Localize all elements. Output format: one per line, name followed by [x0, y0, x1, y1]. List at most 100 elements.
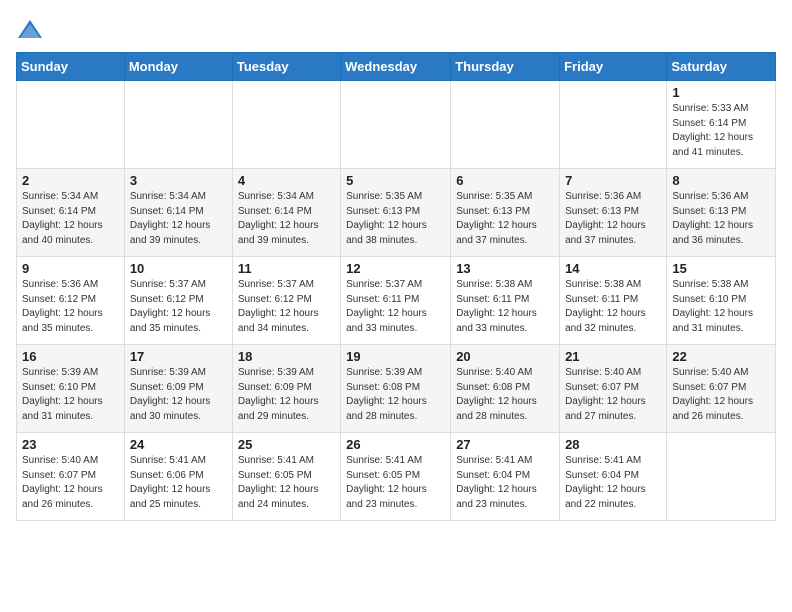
calendar-cell: 4 Sunrise: 5:34 AM Sunset: 6:14 PM Daylig…	[232, 169, 340, 257]
day-info: Sunrise: 5:40 AM Sunset: 6:07 PM Dayligh…	[672, 366, 770, 424]
day-info: Sunrise: 5:40 AM Sunset: 6:07 PM Dayligh…	[22, 454, 119, 512]
calendar-cell: 17 Sunrise: 5:39 AM Sunset: 6:09 PM Dayli…	[124, 345, 232, 433]
day-info: Sunrise: 5:38 AM Sunset: 6:11 PM Dayligh…	[565, 278, 661, 336]
day-info: Sunrise: 5:41 AM Sunset: 6:04 PM Dayligh…	[565, 454, 661, 512]
calendar-cell: 20 Sunrise: 5:40 AM Sunset: 6:08 PM Dayli…	[451, 345, 560, 433]
calendar-cell: 21Sunrise: 5:40 AM Sunset: 6:07 PM Dayli…	[560, 345, 667, 433]
day-number: 20	[456, 349, 554, 364]
calendar-cell: 25 Sunrise: 5:41 AM Sunset: 6:05 PM Dayli…	[232, 433, 340, 521]
day-info: Sunrise: 5:34 AM Sunset: 6:14 PM Dayligh…	[22, 190, 119, 248]
calendar-cell: 12Sunrise: 5:37 AM Sunset: 6:11 PM Dayli…	[341, 257, 451, 345]
calendar-week-row: 16 Sunrise: 5:39 AM Sunset: 6:10 PM Dayli…	[17, 345, 776, 433]
calendar-cell: 24 Sunrise: 5:41 AM Sunset: 6:06 PM Dayli…	[124, 433, 232, 521]
day-number: 5	[346, 173, 445, 188]
day-number: 14	[565, 261, 661, 276]
calendar-cell: 1 Sunrise: 5:33 AM Sunset: 6:14 PM Daylig…	[667, 81, 776, 169]
day-number: 9	[22, 261, 119, 276]
day-number: 10	[130, 261, 227, 276]
day-info: Sunrise: 5:34 AM Sunset: 6:14 PM Dayligh…	[130, 190, 227, 248]
day-number: 24	[130, 437, 227, 452]
calendar-cell: 9 Sunrise: 5:36 AM Sunset: 6:12 PM Daylig…	[17, 257, 125, 345]
calendar-week-row: 9 Sunrise: 5:36 AM Sunset: 6:12 PM Daylig…	[17, 257, 776, 345]
header	[16, 16, 776, 44]
day-info: Sunrise: 5:33 AM Sunset: 6:14 PM Dayligh…	[672, 102, 770, 160]
calendar-cell: 10 Sunrise: 5:37 AM Sunset: 6:12 PM Dayli…	[124, 257, 232, 345]
day-info: Sunrise: 5:41 AM Sunset: 6:05 PM Dayligh…	[346, 454, 445, 512]
calendar-cell: 23 Sunrise: 5:40 AM Sunset: 6:07 PM Dayli…	[17, 433, 125, 521]
calendar-day-header: Thursday	[451, 53, 560, 81]
day-info: Sunrise: 5:37 AM Sunset: 6:12 PM Dayligh…	[238, 278, 335, 336]
calendar-day-header: Saturday	[667, 53, 776, 81]
calendar-cell: 6Sunrise: 5:35 AM Sunset: 6:13 PM Daylig…	[451, 169, 560, 257]
logo	[16, 16, 48, 44]
day-info: Sunrise: 5:41 AM Sunset: 6:05 PM Dayligh…	[238, 454, 335, 512]
calendar-day-header: Friday	[560, 53, 667, 81]
calendar-cell	[232, 81, 340, 169]
calendar: SundayMondayTuesdayWednesdayThursdayFrid…	[16, 52, 776, 521]
calendar-cell: 7Sunrise: 5:36 AM Sunset: 6:13 PM Daylig…	[560, 169, 667, 257]
day-number: 16	[22, 349, 119, 364]
calendar-cell: 8 Sunrise: 5:36 AM Sunset: 6:13 PM Daylig…	[667, 169, 776, 257]
calendar-cell	[667, 433, 776, 521]
calendar-cell	[341, 81, 451, 169]
calendar-cell: 15 Sunrise: 5:38 AM Sunset: 6:10 PM Dayli…	[667, 257, 776, 345]
logo-icon	[16, 16, 44, 44]
day-number: 25	[238, 437, 335, 452]
day-number: 23	[22, 437, 119, 452]
day-number: 11	[238, 261, 335, 276]
day-number: 19	[346, 349, 445, 364]
calendar-cell: 27 Sunrise: 5:41 AM Sunset: 6:04 PM Dayli…	[451, 433, 560, 521]
calendar-cell	[124, 81, 232, 169]
day-info: Sunrise: 5:35 AM Sunset: 6:13 PM Dayligh…	[456, 190, 554, 248]
day-number: 15	[672, 261, 770, 276]
day-number: 1	[672, 85, 770, 100]
day-info: Sunrise: 5:40 AM Sunset: 6:08 PM Dayligh…	[456, 366, 554, 424]
day-number: 27	[456, 437, 554, 452]
calendar-cell: 5 Sunrise: 5:35 AM Sunset: 6:13 PM Daylig…	[341, 169, 451, 257]
day-info: Sunrise: 5:37 AM Sunset: 6:11 PM Dayligh…	[346, 278, 445, 336]
calendar-header-row: SundayMondayTuesdayWednesdayThursdayFrid…	[17, 53, 776, 81]
calendar-cell: 3Sunrise: 5:34 AM Sunset: 6:14 PM Daylig…	[124, 169, 232, 257]
calendar-cell: 13 Sunrise: 5:38 AM Sunset: 6:11 PM Dayli…	[451, 257, 560, 345]
day-info: Sunrise: 5:41 AM Sunset: 6:04 PM Dayligh…	[456, 454, 554, 512]
day-number: 13	[456, 261, 554, 276]
day-number: 21	[565, 349, 661, 364]
calendar-week-row: 2 Sunrise: 5:34 AM Sunset: 6:14 PM Daylig…	[17, 169, 776, 257]
calendar-cell: 22 Sunrise: 5:40 AM Sunset: 6:07 PM Dayli…	[667, 345, 776, 433]
day-number: 7	[565, 173, 661, 188]
calendar-day-header: Wednesday	[341, 53, 451, 81]
day-info: Sunrise: 5:37 AM Sunset: 6:12 PM Dayligh…	[130, 278, 227, 336]
day-info: Sunrise: 5:39 AM Sunset: 6:09 PM Dayligh…	[130, 366, 227, 424]
calendar-cell: 26 Sunrise: 5:41 AM Sunset: 6:05 PM Dayli…	[341, 433, 451, 521]
day-info: Sunrise: 5:41 AM Sunset: 6:06 PM Dayligh…	[130, 454, 227, 512]
day-number: 18	[238, 349, 335, 364]
calendar-cell: 16 Sunrise: 5:39 AM Sunset: 6:10 PM Dayli…	[17, 345, 125, 433]
calendar-week-row: 23 Sunrise: 5:40 AM Sunset: 6:07 PM Dayli…	[17, 433, 776, 521]
calendar-cell: 11 Sunrise: 5:37 AM Sunset: 6:12 PM Dayli…	[232, 257, 340, 345]
calendar-cell: 19 Sunrise: 5:39 AM Sunset: 6:08 PM Dayli…	[341, 345, 451, 433]
day-info: Sunrise: 5:36 AM Sunset: 6:13 PM Dayligh…	[672, 190, 770, 248]
calendar-cell: 2 Sunrise: 5:34 AM Sunset: 6:14 PM Daylig…	[17, 169, 125, 257]
calendar-cell: 18 Sunrise: 5:39 AM Sunset: 6:09 PM Dayli…	[232, 345, 340, 433]
calendar-day-header: Monday	[124, 53, 232, 81]
calendar-cell	[560, 81, 667, 169]
day-number: 22	[672, 349, 770, 364]
day-info: Sunrise: 5:35 AM Sunset: 6:13 PM Dayligh…	[346, 190, 445, 248]
calendar-day-header: Sunday	[17, 53, 125, 81]
calendar-cell: 14 Sunrise: 5:38 AM Sunset: 6:11 PM Dayli…	[560, 257, 667, 345]
calendar-week-row: 1 Sunrise: 5:33 AM Sunset: 6:14 PM Daylig…	[17, 81, 776, 169]
day-number: 8	[672, 173, 770, 188]
day-info: Sunrise: 5:38 AM Sunset: 6:11 PM Dayligh…	[456, 278, 554, 336]
day-info: Sunrise: 5:36 AM Sunset: 6:12 PM Dayligh…	[22, 278, 119, 336]
day-number: 4	[238, 173, 335, 188]
day-number: 2	[22, 173, 119, 188]
day-info: Sunrise: 5:39 AM Sunset: 6:08 PM Dayligh…	[346, 366, 445, 424]
day-info: Sunrise: 5:38 AM Sunset: 6:10 PM Dayligh…	[672, 278, 770, 336]
day-info: Sunrise: 5:39 AM Sunset: 6:09 PM Dayligh…	[238, 366, 335, 424]
day-number: 28	[565, 437, 661, 452]
day-number: 17	[130, 349, 227, 364]
day-info: Sunrise: 5:34 AM Sunset: 6:14 PM Dayligh…	[238, 190, 335, 248]
day-number: 26	[346, 437, 445, 452]
calendar-cell	[451, 81, 560, 169]
day-info: Sunrise: 5:39 AM Sunset: 6:10 PM Dayligh…	[22, 366, 119, 424]
